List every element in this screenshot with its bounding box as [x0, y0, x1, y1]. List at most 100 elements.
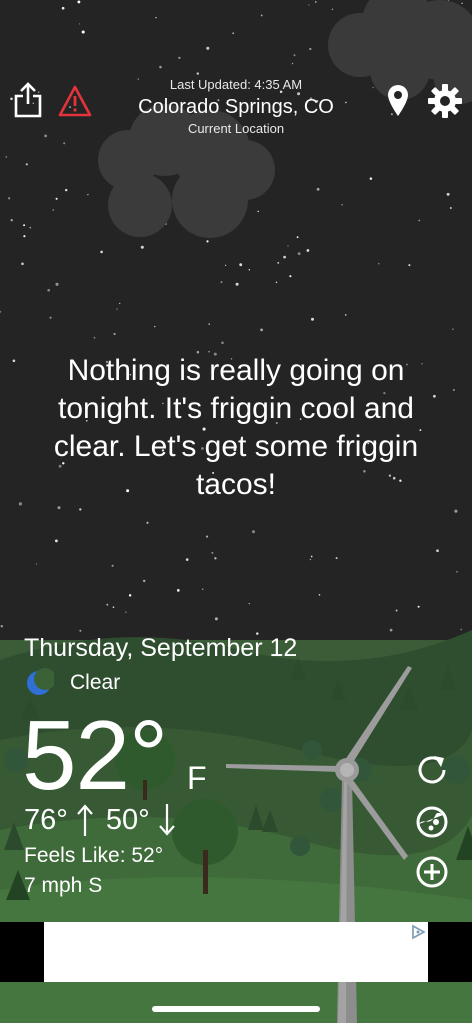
- star: [452, 328, 454, 330]
- star: [309, 47, 312, 51]
- star: [47, 288, 51, 292]
- current-location-label: Current Location: [187, 121, 285, 136]
- star: [306, 249, 310, 252]
- city-name[interactable]: Colorado Springs, CO: [100, 94, 372, 120]
- star: [456, 570, 458, 573]
- star: [155, 16, 157, 19]
- star: [309, 558, 312, 561]
- star: [49, 316, 52, 319]
- location-button[interactable]: [384, 82, 412, 118]
- star: [111, 564, 114, 567]
- star: [232, 32, 235, 35]
- star: [277, 262, 280, 264]
- star: [185, 558, 189, 561]
- star: [54, 539, 58, 543]
- star: [5, 156, 8, 158]
- star: [159, 65, 162, 69]
- star: [449, 206, 452, 210]
- star: [63, 142, 66, 145]
- condition-row: Clear: [24, 668, 120, 698]
- share-icon: [14, 82, 42, 118]
- star: [206, 240, 209, 243]
- star: [408, 264, 411, 267]
- forecast-date: Thursday, September 12: [24, 634, 298, 662]
- home-indicator[interactable]: [152, 1006, 320, 1012]
- star: [341, 204, 343, 206]
- star: [369, 177, 373, 180]
- star: [143, 579, 146, 583]
- star: [224, 264, 227, 267]
- star: [10, 219, 13, 222]
- star: [310, 555, 313, 558]
- star: [57, 506, 61, 510]
- star: [318, 594, 321, 596]
- star: [461, 2, 463, 4]
- settings-button[interactable]: [426, 82, 464, 120]
- alert-triangle-icon: [58, 85, 92, 117]
- star: [55, 197, 58, 200]
- star: [308, 4, 310, 6]
- location-pin-icon: [388, 85, 408, 116]
- star: [7, 197, 11, 200]
- star: [252, 530, 255, 534]
- high-low-row: 76° 50°: [24, 800, 188, 840]
- alert-button[interactable]: [58, 84, 92, 118]
- star: [196, 72, 199, 75]
- star: [211, 551, 214, 554]
- star: [201, 588, 204, 590]
- high-temperature: 76°: [24, 804, 68, 836]
- plus-circle-icon[interactable]: [414, 854, 450, 890]
- temperature-unit[interactable]: F: [187, 758, 207, 798]
- star: [140, 245, 144, 249]
- star: [316, 187, 320, 191]
- star: [372, 86, 374, 89]
- star: [344, 314, 347, 316]
- star: [206, 535, 209, 538]
- star: [257, 210, 259, 213]
- star: [18, 502, 22, 506]
- star: [77, 0, 81, 4]
- star: [335, 557, 338, 560]
- star: [100, 250, 103, 254]
- star: [25, 163, 28, 166]
- star: [310, 317, 315, 321]
- star: [331, 8, 334, 11]
- star: [452, 388, 455, 391]
- star: [87, 193, 89, 196]
- star: [93, 336, 96, 339]
- moon-icon: [27, 668, 54, 695]
- star: [52, 209, 54, 211]
- arrow-up-icon: [77, 804, 93, 836]
- star: [146, 521, 149, 524]
- radar-icon[interactable]: [414, 804, 450, 840]
- ad-banner[interactable]: [44, 922, 428, 982]
- star: [21, 262, 24, 266]
- star: [293, 54, 296, 57]
- star: [206, 46, 210, 50]
- star: [176, 589, 180, 592]
- star: [454, 509, 458, 513]
- gear-icon: [428, 84, 462, 118]
- star: [23, 224, 26, 227]
- star: [418, 219, 421, 222]
- location-header: Last Updated: 4:35 AM Colorado Springs, …: [100, 76, 372, 138]
- current-temperature: 52°: [22, 700, 168, 810]
- star: [296, 236, 299, 239]
- star: [239, 263, 243, 267]
- ad-choices-icon[interactable]: [410, 924, 426, 940]
- share-button[interactable]: [12, 82, 44, 118]
- star: [248, 269, 251, 271]
- star: [208, 323, 210, 325]
- star: [260, 328, 263, 332]
- star: [315, 1, 317, 3]
- star: [35, 563, 38, 565]
- star: [64, 188, 68, 192]
- star: [287, 245, 289, 247]
- star: [289, 275, 292, 278]
- star: [283, 255, 286, 259]
- refresh-icon[interactable]: [414, 752, 450, 788]
- star: [221, 341, 224, 345]
- star: [128, 594, 132, 597]
- condition-text: Clear: [70, 671, 121, 694]
- star: [178, 56, 181, 60]
